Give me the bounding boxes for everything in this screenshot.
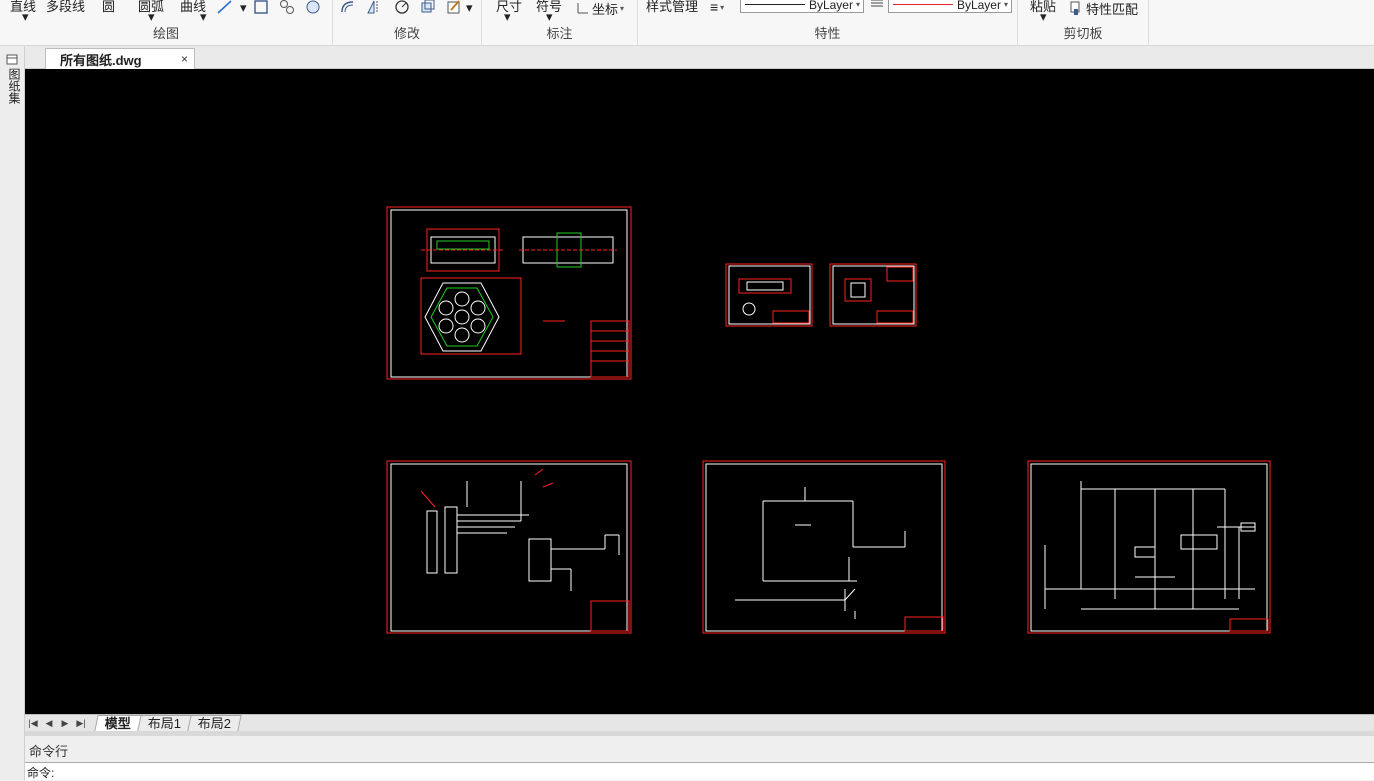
modify-panel: ▾ 修改 [333, 0, 482, 46]
color-dropdown-icon: ▾ [1003, 0, 1008, 9]
coordinate-tool[interactable]: 坐标 ▾ [576, 0, 624, 17]
construction-line-dropdown-icon[interactable]: ▾ [240, 0, 247, 17]
sheet-circuit-b[interactable] [702, 460, 946, 634]
first-layout-icon[interactable]: |◀ [25, 718, 41, 729]
document-tab[interactable]: 所有图纸.dwg × [45, 48, 195, 69]
modify-panel-title: 修改 [393, 26, 420, 41]
properties-panel: 样式管理 ≡ ▾ ByLayer ▾ ByLayer ▾ 特性 [638, 0, 1018, 46]
sheet-part-a[interactable] [725, 263, 813, 327]
group-icon[interactable] [278, 0, 296, 16]
draw-panel-title: 绘图 [152, 26, 179, 41]
offset-icon[interactable] [339, 0, 357, 16]
properties-panel-title: 特性 [814, 26, 841, 41]
linetype-dropdown-icon: ▾ [855, 0, 860, 9]
command-line-title: 命令行 [25, 736, 1374, 762]
last-layout-icon[interactable]: ▶| [73, 718, 89, 729]
sheet-circuit-c[interactable] [1027, 460, 1271, 634]
drawing-canvas[interactable] [25, 69, 1374, 714]
annotate-panel-title: 标注 [546, 26, 573, 41]
sheet-set-icon[interactable] [5, 52, 19, 66]
tab-layout1[interactable]: 布局1 [137, 715, 192, 731]
mirror-icon[interactable] [365, 0, 383, 16]
construction-line-icon[interactable] [216, 0, 234, 16]
command-input[interactable]: 命令: [25, 762, 1374, 780]
match-properties-icon [1070, 1, 1080, 15]
style-manager-tool[interactable]: 样式管理 [646, 0, 698, 14]
sheet-mechanical[interactable] [386, 206, 632, 380]
coordinate-icon [577, 3, 588, 14]
sheet-set-label[interactable]: 图纸集 [6, 68, 23, 104]
model-space [386, 206, 1271, 634]
circle-tool[interactable]: 圆 [102, 0, 115, 14]
layout-tab-bar: |◀ ◀ ▶ ▶| 模型 布局1 布局2 [25, 714, 1374, 731]
ribbon: 直线 多段线 圆 圆弧 曲线 ▾ ▾ ▾ ▾ 绘图 ▾ 修改 尺寸 ▾ 符号 ▾… [0, 0, 1374, 46]
lineweight-tool[interactable]: ≡ ▾ [710, 0, 724, 16]
prev-layout-icon[interactable]: ◀ [41, 718, 57, 729]
tab-model[interactable]: 模型 [94, 715, 142, 731]
annotate-panel: 尺寸 ▾ 符号 ▾ 坐标 ▾ 标注 [482, 0, 638, 46]
clipboard-panel-title: 剪切板 [1063, 26, 1103, 41]
draw-panel: 直线 多段线 圆 圆弧 曲线 ▾ ▾ ▾ ▾ 绘图 [0, 0, 333, 46]
sheet-part-b[interactable] [829, 263, 917, 327]
linetype-scale-icon[interactable] [868, 0, 886, 14]
polyline-tool[interactable]: 多段线 [46, 0, 85, 14]
document-tab-label: 所有图纸.dwg [60, 52, 142, 68]
match-properties-button[interactable]: 特性匹配 [1068, 0, 1138, 17]
command-prompt: 命令: [27, 766, 55, 780]
document-tab-strip: 所有图纸.dwg × [25, 46, 1374, 69]
hatch-icon[interactable] [304, 0, 322, 16]
left-palette: 图纸集 [0, 46, 25, 780]
next-layout-icon[interactable]: ▶ [57, 718, 73, 729]
tab-layout2[interactable]: 布局2 [187, 715, 243, 731]
clipboard-panel: 粘贴 ▾ 特性匹配 剪切板 [1018, 0, 1149, 46]
color-select[interactable]: ByLayer ▾ [888, 0, 1012, 13]
linetype-select[interactable]: ByLayer ▾ [740, 0, 864, 13]
edit-icon[interactable] [445, 0, 463, 16]
edit-dropdown-icon[interactable]: ▾ [466, 0, 473, 17]
rectangle-icon[interactable] [252, 0, 270, 16]
copy-icon[interactable] [419, 0, 437, 16]
sheet-circuit-a[interactable] [386, 460, 632, 634]
close-icon[interactable]: × [181, 52, 188, 66]
rotate-icon[interactable] [393, 0, 411, 16]
